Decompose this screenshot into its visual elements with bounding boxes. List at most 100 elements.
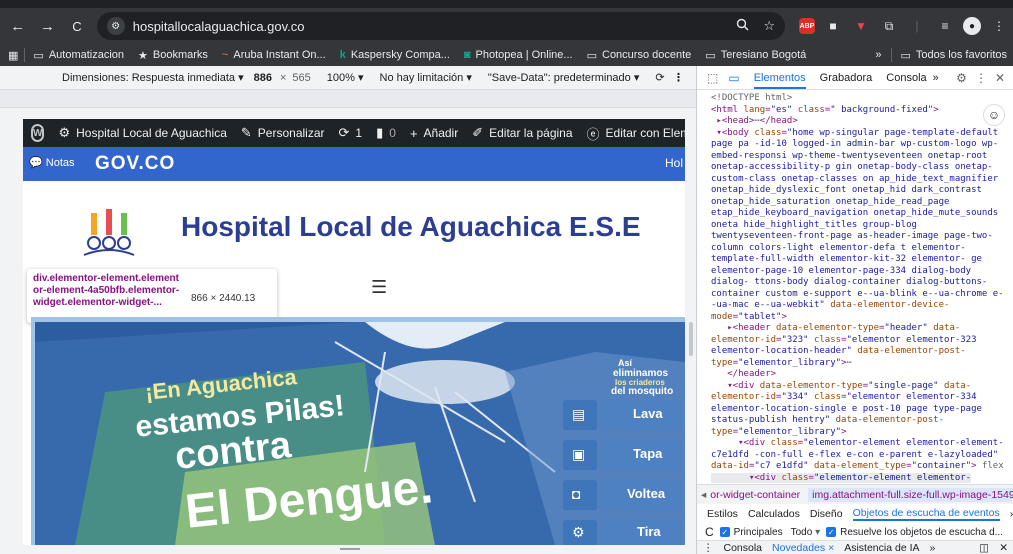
drawer-more-button[interactable]: » bbox=[930, 542, 936, 554]
site-info-icon[interactable]: ⚙ bbox=[106, 17, 125, 35]
drawer-tab-whats-new[interactable]: Novedades × bbox=[772, 542, 834, 554]
zoom-select[interactable]: 100% ▾ bbox=[327, 71, 364, 84]
wp-comments-link[interactable]: ▮ 0 bbox=[376, 125, 396, 141]
wp-elementor-link[interactable]: ⓔ Editar con Element bbox=[587, 124, 685, 143]
hamburger-menu-icon[interactable]: ☰ bbox=[371, 277, 387, 298]
device-toggle-icon[interactable]: ▭ bbox=[728, 71, 739, 85]
breadcrumb-scroll-left-icon[interactable]: ◂ bbox=[701, 489, 706, 501]
zoom-icon[interactable] bbox=[736, 18, 749, 34]
settings-gear-icon[interactable]: ⚙ bbox=[956, 71, 967, 85]
inspect-element-icon[interactable]: ⬚ bbox=[707, 71, 718, 85]
gov-co-bar: 💬 Notas GOV.CO Hol bbox=[23, 147, 685, 181]
bookmark-kaspersky[interactable]: k Kaspersky Compa... bbox=[340, 49, 450, 61]
wp-add-label: Añadir bbox=[423, 126, 459, 140]
forward-arrow-icon: → bbox=[39, 17, 55, 35]
plus-icon: + bbox=[409, 125, 418, 141]
savedata-select[interactable]: "Save-Data": predeterminado ▾ bbox=[488, 71, 640, 84]
devtools-menu-icon[interactable]: ⋮ bbox=[975, 71, 987, 85]
subtab-styles[interactable]: Estilos bbox=[707, 508, 738, 520]
wp-add-link[interactable]: + Añadir bbox=[410, 126, 458, 141]
main-checkbox[interactable]: ✓ bbox=[719, 527, 730, 537]
device-toolbar-more-icon[interactable]: ⋮ bbox=[673, 71, 684, 84]
bookmark-teresiano[interactable]: ▭ Teresiano Bogotá bbox=[705, 49, 806, 62]
bookmarks-overflow-button[interactable]: » bbox=[875, 49, 881, 61]
throttle-select[interactable]: No hay limitación ▾ bbox=[380, 71, 472, 84]
reload-icon: C bbox=[72, 18, 82, 34]
device-toolbar: Dimensiones: Respuesta inmediata ▾ 886 ×… bbox=[0, 66, 696, 90]
wp-customize-label: Personalizar bbox=[257, 126, 325, 140]
bookmark-photopea[interactable]: ◙ Photopea | Online... bbox=[464, 49, 573, 61]
subtab-computed[interactable]: Calculados bbox=[748, 508, 800, 520]
wp-admin-bar: W ⚙ Hospital Local de Aguachica ✎ Personal… bbox=[23, 119, 685, 147]
subtab-layout[interactable]: Diseño bbox=[810, 508, 843, 520]
bookmarks-divider bbox=[24, 48, 26, 62]
browser-toolbar: ← → C ⚙ hospitallocalaguachica.gov.co ☆ … bbox=[0, 8, 1013, 44]
subtab-event-listeners[interactable]: Objetos de escucha de eventos bbox=[852, 507, 1000, 521]
wp-updates-link[interactable]: ⟳ 1 bbox=[339, 125, 363, 141]
apps-grid-icon[interactable]: ▦ bbox=[8, 49, 18, 62]
drawer-tab-ai[interactable]: Asistencia de IA bbox=[844, 542, 919, 554]
tooltip-size: 866 × 2440.13 bbox=[191, 293, 256, 304]
wp-customize-link[interactable]: ✎ Personalizar bbox=[241, 125, 325, 141]
dock-icon[interactable]: ◫ bbox=[979, 542, 989, 554]
greeting-text: Hol bbox=[664, 156, 683, 170]
breadcrumb-item[interactable]: or-widget-container bbox=[710, 489, 800, 501]
bookmark-label: Aruba Instant On... bbox=[233, 49, 326, 61]
bookmark-aruba[interactable]: ~ Aruba Instant On... bbox=[222, 49, 326, 61]
bookmark-star-icon[interactable]: ☆ bbox=[763, 18, 775, 34]
bottom-resize-handle[interactable] bbox=[340, 548, 360, 550]
reload-button[interactable]: C bbox=[65, 14, 89, 38]
hospital-logo[interactable] bbox=[79, 209, 139, 259]
resolve-checkbox[interactable]: ✓ bbox=[826, 527, 837, 537]
devtools-actions: ⚙ ⋮ ✕ bbox=[956, 71, 1013, 85]
tab-elements[interactable]: Elementos bbox=[753, 72, 806, 89]
notas-label: Notas bbox=[45, 157, 75, 169]
drawer-tab-console[interactable]: Consola bbox=[724, 542, 763, 554]
refresh-icon[interactable]: C bbox=[705, 525, 714, 539]
close-icon[interactable]: ✕ bbox=[995, 71, 1005, 85]
wp-edit-page-link[interactable]: ✐ Editar la página bbox=[472, 125, 572, 141]
drawer-close-icon[interactable]: ✕ bbox=[999, 542, 1008, 554]
tab-console[interactable]: Consola bbox=[886, 72, 926, 84]
back-arrow-icon: ← bbox=[10, 17, 26, 35]
dashboard-icon: ⚙ bbox=[58, 125, 71, 140]
drawer-menu-icon[interactable]: ⋮ bbox=[703, 542, 714, 554]
viewport-resize-handle[interactable] bbox=[689, 322, 693, 356]
bookmark-bookmarks[interactable]: ★ Bookmarks bbox=[138, 49, 208, 62]
browser-menu-icon[interactable]: ⋮ bbox=[989, 16, 1009, 36]
folder-icon: ▭ bbox=[900, 49, 911, 62]
aruba-icon: ~ bbox=[221, 49, 229, 61]
bookmarks-divider bbox=[891, 48, 893, 62]
profile-avatar-icon[interactable]: ● bbox=[962, 17, 981, 35]
elementor-icon: ⓔ bbox=[586, 126, 600, 142]
folder-icon: ▭ bbox=[33, 49, 44, 62]
bookmark-label: Todos los favoritos bbox=[915, 49, 1007, 61]
step-tira: Tira bbox=[637, 524, 661, 539]
rotate-icon[interactable]: ⟳ bbox=[655, 71, 664, 84]
govco-logo[interactable]: GOV.CO bbox=[95, 153, 175, 175]
breadcrumb-item-selected[interactable]: img.attachment-full.size-full.wp-image-1… bbox=[808, 487, 1013, 502]
reading-list-icon[interactable]: ≡ bbox=[935, 16, 955, 36]
tab-recorder[interactable]: Grabadora bbox=[820, 72, 873, 84]
adblock-icon[interactable]: ABP bbox=[798, 18, 815, 34]
forward-button[interactable]: → bbox=[36, 14, 60, 38]
dengue-banner[interactable]: ¡En Aguachica estamos Pilas! contra El D… bbox=[35, 322, 685, 545]
extensions-puzzle-icon[interactable]: ⧉ bbox=[879, 16, 899, 36]
filter-all-select[interactable]: Todo ▾ bbox=[791, 527, 821, 538]
accessibility-icon[interactable]: ☺ bbox=[983, 104, 1005, 126]
back-button[interactable]: ← bbox=[6, 14, 30, 38]
banner-side-title4: del mosquito bbox=[611, 386, 674, 397]
bookmark-automatizacion[interactable]: ▭ Automatizacion bbox=[33, 49, 124, 62]
wp-site-link[interactable]: ⚙ Hospital Local de Aguachica bbox=[58, 125, 226, 141]
bookmark-concurso[interactable]: ▭ Concurso docente bbox=[587, 49, 692, 62]
height-input[interactable]: 565 bbox=[292, 72, 310, 84]
dimensions-select[interactable]: Dimensiones: Respuesta inmediata ▾ bbox=[62, 71, 244, 84]
width-input[interactable]: 886 bbox=[254, 72, 272, 84]
more-tabs-button[interactable]: » bbox=[933, 72, 939, 84]
extension-square-icon[interactable]: ■ bbox=[823, 16, 843, 36]
notas-link[interactable]: 💬 Notas bbox=[29, 156, 75, 169]
wordpress-logo-icon[interactable]: W bbox=[31, 124, 45, 142]
pocket-icon[interactable]: ▼ bbox=[851, 16, 871, 36]
all-bookmarks-folder[interactable]: ▭ Todos los favoritos bbox=[900, 49, 1007, 62]
address-bar[interactable]: ⚙ hospitallocalaguachica.gov.co ☆ bbox=[96, 12, 785, 40]
